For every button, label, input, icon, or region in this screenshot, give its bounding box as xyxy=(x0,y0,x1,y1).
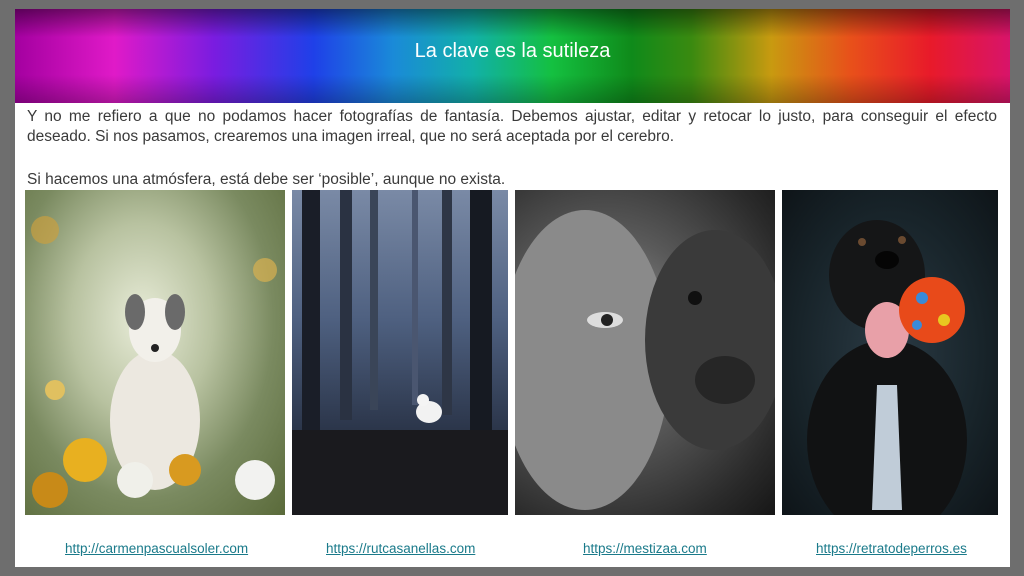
link-retratodeperros[interactable]: https://retratodeperros.es xyxy=(816,541,967,556)
black-dog-tie-ball-image xyxy=(782,190,998,515)
woman-and-dog-bw-image xyxy=(515,190,775,515)
dog-portrait-flowers-image xyxy=(25,190,285,515)
slide: La clave es la sutileza Y no me refiero … xyxy=(15,9,1010,567)
slide-title: La clave es la sutileza xyxy=(414,40,611,62)
forest-white-dog-image xyxy=(292,190,508,515)
link-carmenpascualsoler[interactable]: http://carmenpascualsoler.com xyxy=(65,541,248,556)
body-paragraph-1: Y no me refiero a que no podamos hacer f… xyxy=(27,108,997,145)
link-rutcasanellas[interactable]: https://rutcasanellas.com xyxy=(326,541,475,556)
body-paragraph-2: Si hacemos una atmósfera, está debe ser … xyxy=(27,171,506,188)
link-mestizaa[interactable]: https://mestizaa.com xyxy=(583,541,707,556)
presentation-frame: La clave es la sutileza Y no me refiero … xyxy=(0,0,1024,576)
